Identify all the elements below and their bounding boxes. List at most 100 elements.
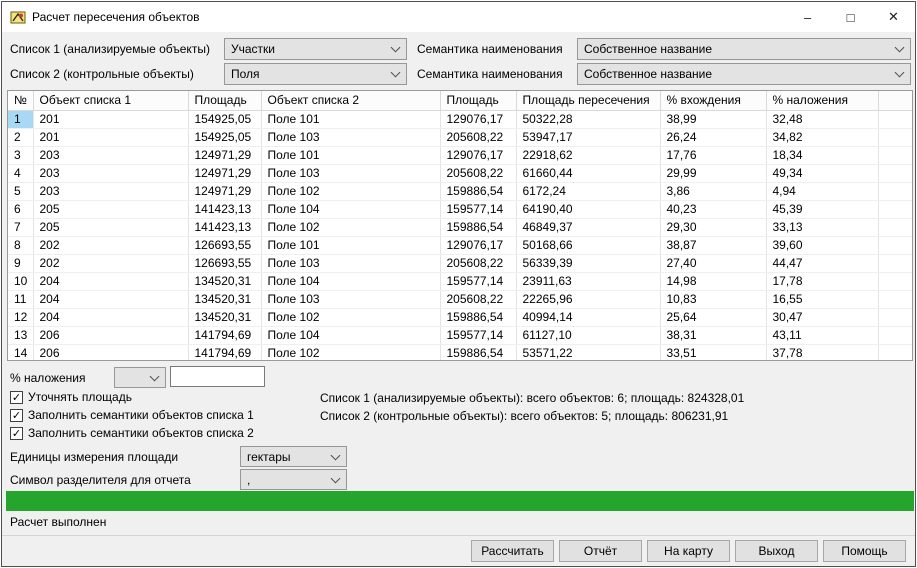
table-cell[interactable]: 205 xyxy=(33,218,189,237)
table-row[interactable]: 2 201 154925,05 Поле 103 205608,22 53947,17 26… xyxy=(8,128,912,147)
table-cell[interactable]: 5 xyxy=(8,182,34,201)
table-cell[interactable]: 124971,29 xyxy=(188,164,262,183)
table-row[interactable]: 8 202 126693,55 Поле 101 129076,17 50168,66 38… xyxy=(8,236,912,255)
column-header[interactable]: № xyxy=(8,91,34,111)
table-cell[interactable]: 50168,66 xyxy=(516,236,661,255)
table-cell[interactable]: 38,87 xyxy=(660,236,767,255)
table-cell[interactable]: 129076,17 xyxy=(440,110,517,129)
checkbox-row[interactable]: ✓ Уточнять площадь xyxy=(10,388,254,406)
table-cell[interactable]: 25,64 xyxy=(660,308,767,327)
checkbox-icon[interactable]: ✓ xyxy=(10,408,23,422)
table-cell[interactable]: 159577,14 xyxy=(440,272,517,291)
table-cell[interactable]: 203 xyxy=(33,182,189,201)
table-cell[interactable]: 27,40 xyxy=(660,254,767,273)
action-button[interactable]: На карту xyxy=(647,540,730,562)
table-cell[interactable]: 141794,69 xyxy=(188,326,262,345)
checkbox-icon[interactable]: ✓ xyxy=(10,390,23,404)
table-cell[interactable]: 159886,54 xyxy=(440,344,517,360)
table-cell[interactable]: Поле 104 xyxy=(261,200,441,219)
table-cell[interactable]: 61660,44 xyxy=(516,164,661,183)
table-cell[interactable]: 6 xyxy=(8,200,34,219)
table-cell[interactable]: 33,51 xyxy=(660,344,767,360)
table-row[interactable]: 11 204 134520,31 Поле 103 205608,22 22265,96 1… xyxy=(8,290,912,309)
table-cell[interactable]: 124971,29 xyxy=(188,146,262,165)
table-cell[interactable]: 32,48 xyxy=(766,110,879,129)
table-cell[interactable]: 4,94 xyxy=(766,182,879,201)
list1-select[interactable]: Участки xyxy=(224,38,407,60)
table-cell[interactable]: Поле 101 xyxy=(261,236,441,255)
table-cell[interactable]: 206 xyxy=(33,344,189,360)
table-cell[interactable]: 159886,54 xyxy=(440,182,517,201)
table-cell[interactable]: Поле 101 xyxy=(261,146,441,165)
table-cell[interactable]: 159577,14 xyxy=(440,326,517,345)
column-header[interactable]: Площадь xyxy=(188,91,262,111)
table-cell[interactable]: Поле 102 xyxy=(261,182,441,201)
table-cell[interactable]: 3 xyxy=(8,146,34,165)
table-row[interactable]: 13 206 141794,69 Поле 104 159577,14 61127,10 3… xyxy=(8,326,912,345)
table-cell[interactable]: 22918,62 xyxy=(516,146,661,165)
table-cell[interactable]: 204 xyxy=(33,290,189,309)
table-cell[interactable]: 40994,14 xyxy=(516,308,661,327)
table-cell[interactable]: 2 xyxy=(8,128,34,147)
action-button[interactable]: Выход xyxy=(735,540,818,562)
table-cell[interactable]: 205608,22 xyxy=(440,164,517,183)
table-cell[interactable]: Поле 102 xyxy=(261,344,441,360)
table-cell[interactable]: 17,78 xyxy=(766,272,879,291)
table-cell[interactable]: 201 xyxy=(33,128,189,147)
titlebar[interactable]: Расчет пересечения объектов – □ ✕ xyxy=(2,2,915,32)
table-cell[interactable]: 205608,22 xyxy=(440,254,517,273)
table-cell[interactable]: 126693,55 xyxy=(188,254,262,273)
table-cell[interactable]: 141423,13 xyxy=(188,218,262,237)
table-cell[interactable]: 6172,24 xyxy=(516,182,661,201)
table-cell[interactable]: 46849,37 xyxy=(516,218,661,237)
table-cell[interactable]: 14,98 xyxy=(660,272,767,291)
table-cell[interactable]: 49,34 xyxy=(766,164,879,183)
table-row[interactable]: 10 204 134520,31 Поле 104 159577,14 23911,63 1… xyxy=(8,272,912,291)
table-row[interactable]: 9 202 126693,55 Поле 103 205608,22 56339,39 27… xyxy=(8,254,912,273)
overlap-operator-select[interactable] xyxy=(114,367,166,388)
table-cell[interactable]: 203 xyxy=(33,164,189,183)
table-cell[interactable]: 205 xyxy=(33,200,189,219)
table-cell[interactable]: 134520,31 xyxy=(188,308,262,327)
column-header[interactable]: Площадь пересечения xyxy=(516,91,661,111)
table-cell[interactable]: 14 xyxy=(8,344,34,360)
table-cell[interactable]: 206 xyxy=(33,326,189,345)
table-cell[interactable]: 38,99 xyxy=(660,110,767,129)
table-cell[interactable]: Поле 103 xyxy=(261,164,441,183)
table-cell[interactable]: 201 xyxy=(33,110,189,129)
table-cell[interactable]: 56339,39 xyxy=(516,254,661,273)
table-cell[interactable]: Поле 103 xyxy=(261,290,441,309)
table-cell[interactable]: 204 xyxy=(33,272,189,291)
table-cell[interactable]: 33,13 xyxy=(766,218,879,237)
table-cell[interactable]: 17,76 xyxy=(660,146,767,165)
table-cell[interactable]: 141423,13 xyxy=(188,200,262,219)
table-cell[interactable]: 202 xyxy=(33,254,189,273)
overlap-value-input[interactable] xyxy=(170,366,265,387)
action-button[interactable]: Помощь xyxy=(823,540,906,562)
table-cell[interactable]: 126693,55 xyxy=(188,236,262,255)
table-cell[interactable]: 10,83 xyxy=(660,290,767,309)
table-cell[interactable]: Поле 102 xyxy=(261,308,441,327)
table-cell[interactable]: 29,99 xyxy=(660,164,767,183)
table-cell[interactable]: Поле 103 xyxy=(261,128,441,147)
column-header[interactable]: % наложения xyxy=(766,91,879,111)
maximize-button[interactable]: □ xyxy=(829,2,872,32)
table-cell[interactable]: 10 xyxy=(8,272,34,291)
table-row[interactable]: 6 205 141423,13 Поле 104 159577,14 64190,40 40… xyxy=(8,200,912,219)
column-header[interactable]: % вхождения xyxy=(660,91,767,111)
table-cell[interactable]: 38,31 xyxy=(660,326,767,345)
column-header[interactable]: Площадь xyxy=(440,91,517,111)
table-cell[interactable]: 45,39 xyxy=(766,200,879,219)
table-cell[interactable]: 154925,05 xyxy=(188,110,262,129)
table-cell[interactable]: 4 xyxy=(8,164,34,183)
table-cell[interactable]: 205608,22 xyxy=(440,290,517,309)
table-cell[interactable]: 37,78 xyxy=(766,344,879,360)
close-button[interactable]: ✕ xyxy=(872,2,915,32)
table-cell[interactable]: 29,30 xyxy=(660,218,767,237)
table-cell[interactable]: 26,24 xyxy=(660,128,767,147)
table-cell[interactable]: 22265,96 xyxy=(516,290,661,309)
table-row[interactable]: 12 204 134520,31 Поле 102 159886,54 40994,14 2… xyxy=(8,308,912,327)
checkbox-icon[interactable]: ✓ xyxy=(10,426,23,440)
semantic1-select[interactable]: Собственное название xyxy=(577,38,911,60)
table-cell[interactable]: 16,55 xyxy=(766,290,879,309)
